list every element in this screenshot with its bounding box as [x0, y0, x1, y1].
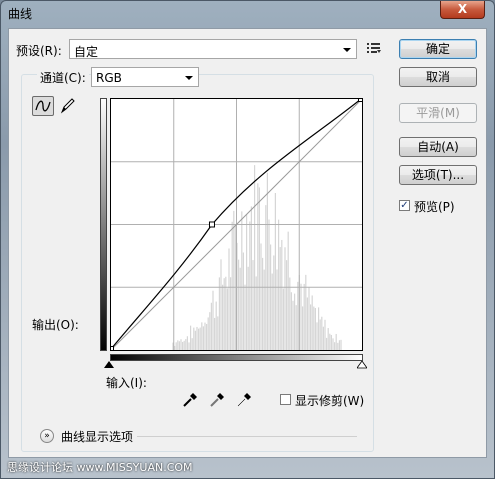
options-button[interactable]: 选项(T)...	[399, 165, 477, 185]
curve-control-point[interactable]	[358, 99, 363, 102]
preview-label: 预览(P)	[414, 200, 455, 214]
preset-value: 自定	[74, 45, 99, 59]
curve-control-point[interactable]	[208, 221, 215, 228]
dialog-body: 预设(R): 自定 确定 取消 平滑(M) 自动(A) 选项(T)... ✓ 预…	[8, 28, 487, 458]
ok-button[interactable]: 确定	[399, 39, 477, 59]
cancel-button[interactable]: 取消	[399, 67, 477, 87]
chevron-down-icon	[343, 48, 351, 52]
white-eyedropper-icon[interactable]	[236, 392, 252, 408]
watermark: 思缘设计论坛 www.MISSYUAN.COM	[7, 461, 193, 474]
preset-label: 预设(R):	[16, 44, 62, 58]
output-label: 输出(O):	[32, 318, 79, 332]
channel-value: RGB	[96, 71, 122, 85]
preset-options-icon[interactable]	[367, 42, 381, 54]
curve-point-tool[interactable]	[32, 96, 54, 116]
show-clipping-label: 显示修剪(W)	[295, 394, 365, 408]
curve-point-icon	[35, 100, 51, 112]
channel-label: 通道(C):	[37, 69, 89, 86]
smooth-button[interactable]: 平滑(M)	[399, 103, 477, 123]
input-gradient-bar	[110, 354, 363, 361]
close-button[interactable]: X	[440, 1, 485, 19]
curve-control-point[interactable]	[111, 346, 114, 351]
output-gradient-bar	[100, 98, 107, 351]
curves-dialog: 曲线 X 预设(R): 自定 确定 取消 平滑(M) 自动(A) 选项(T)..…	[0, 0, 495, 479]
preview-checkbox[interactable]: ✓	[399, 200, 410, 211]
curve-graph[interactable]	[110, 98, 363, 351]
title-bar[interactable]: 曲线 X	[1, 1, 494, 27]
separator	[137, 436, 357, 437]
chevron-down-icon	[185, 76, 193, 80]
pencil-icon	[60, 98, 75, 114]
white-point-slider[interactable]	[357, 361, 367, 369]
black-point-slider[interactable]	[104, 361, 114, 369]
auto-button[interactable]: 自动(A)	[399, 137, 477, 157]
dialog-title: 曲线	[8, 7, 33, 21]
show-clipping-checkbox[interactable]	[280, 394, 291, 405]
preset-select[interactable]: 自定	[69, 39, 357, 59]
pencil-tool[interactable]	[58, 96, 80, 116]
curve-display-options-label[interactable]: 曲线显示选项	[61, 428, 133, 445]
curve-graph-canvas[interactable]	[111, 99, 362, 350]
channel-select[interactable]: RGB	[91, 67, 199, 87]
chevron-double-down-icon[interactable]: »	[40, 429, 54, 443]
black-eyedropper-icon[interactable]	[182, 392, 198, 408]
input-label: 输入(I):	[106, 376, 147, 390]
gray-eyedropper-icon[interactable]	[209, 392, 225, 408]
